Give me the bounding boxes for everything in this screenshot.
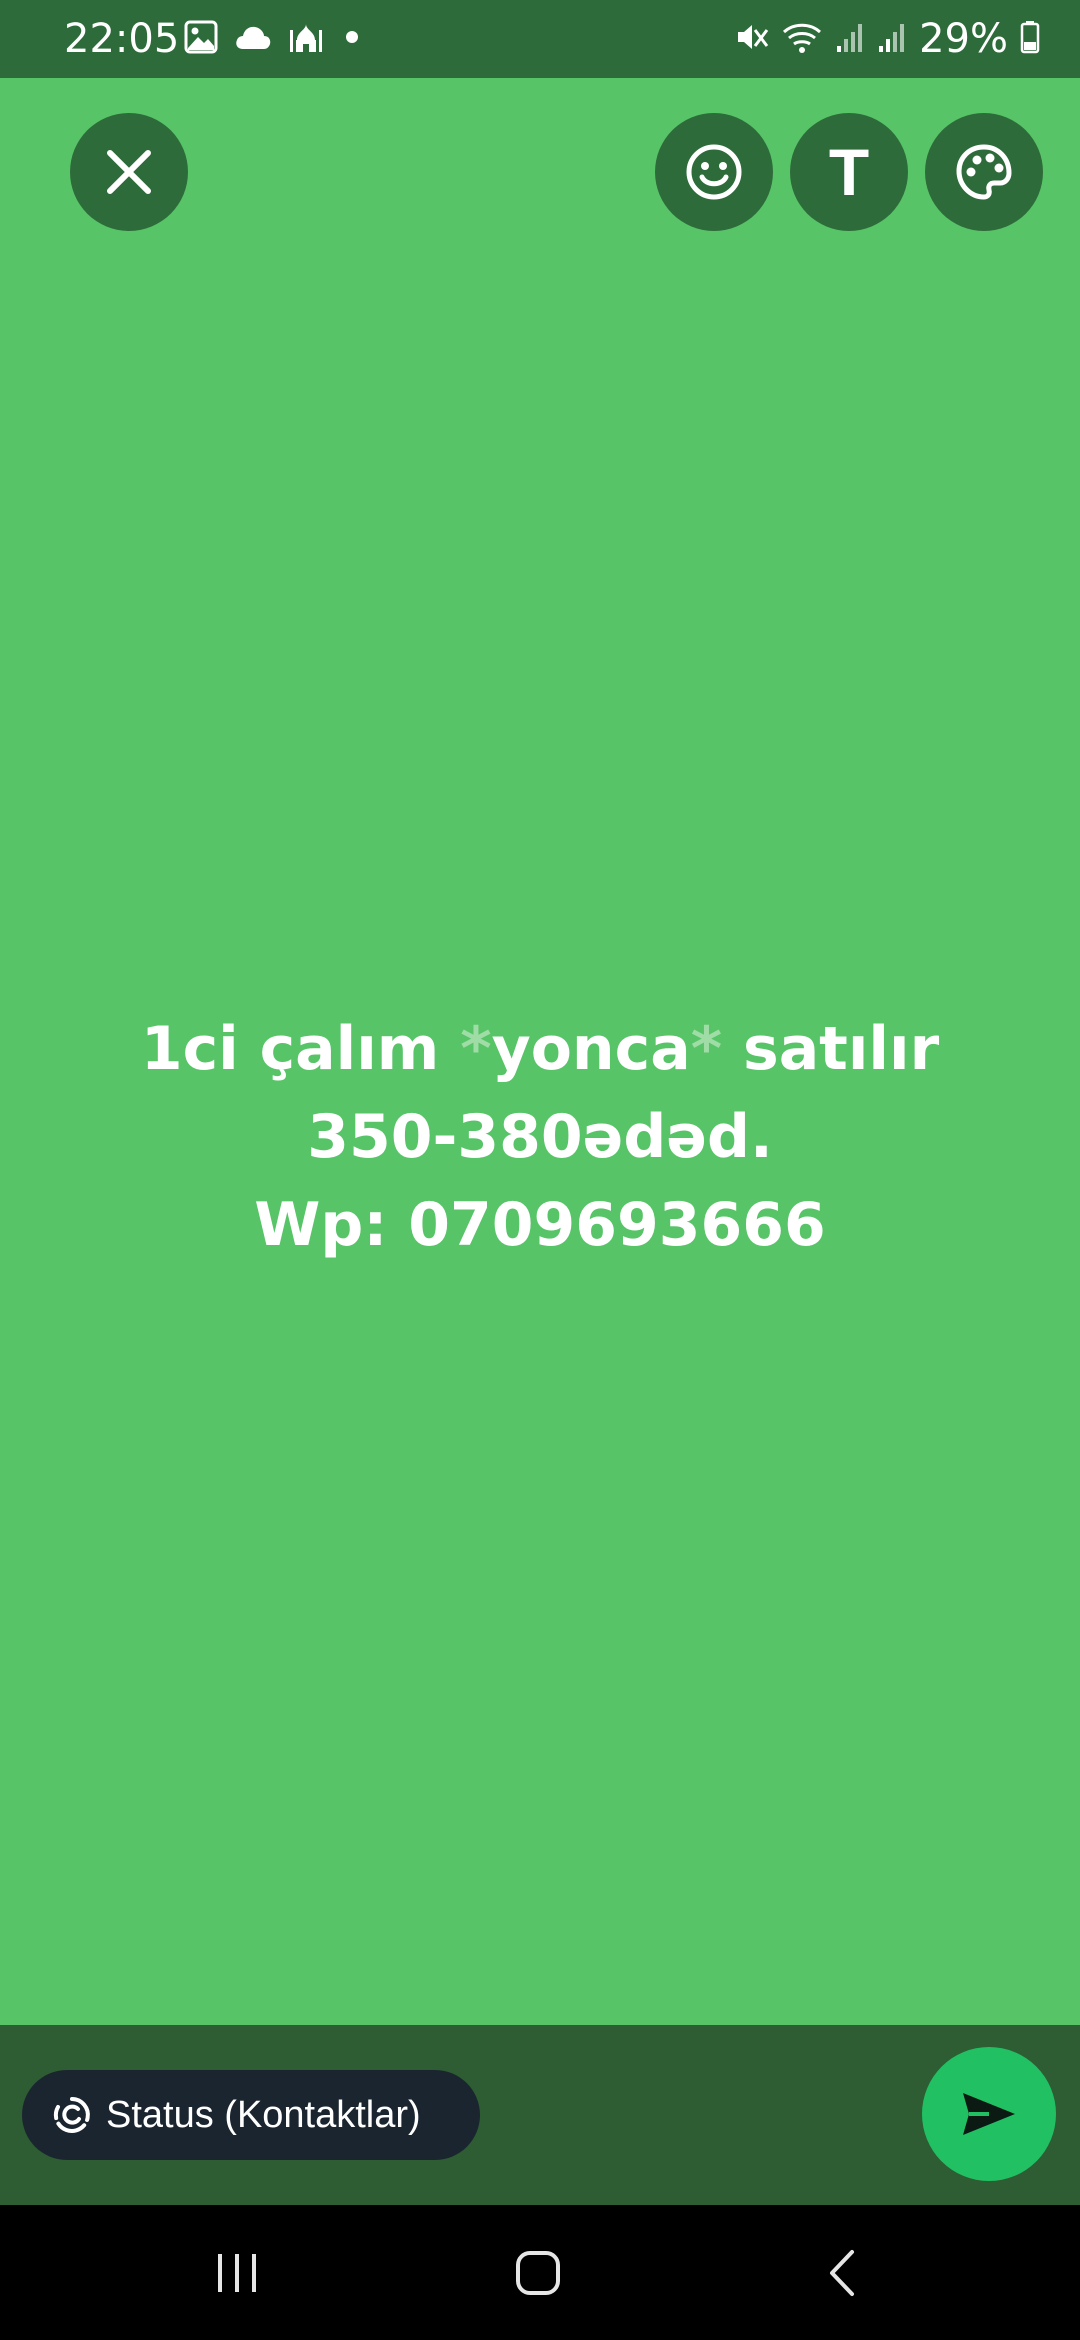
- wifi-icon: [781, 20, 823, 58]
- recents-icon: [218, 2253, 256, 2292]
- home-icon: [516, 2250, 560, 2295]
- background-color-button[interactable]: [925, 113, 1043, 231]
- status-text-line-2: 350-380ədəd.: [307, 1102, 773, 1172]
- gallery-icon: [184, 20, 218, 58]
- palette-icon: [956, 144, 1012, 200]
- battery-percent: 29%: [919, 16, 1008, 62]
- status-text-asterisk: *: [690, 1014, 723, 1084]
- system-navigation-bar: [0, 2205, 1080, 2340]
- status-text-content[interactable]: 1ci çalım *yonca* satılır 350-380ədəd. W…: [60, 1005, 1020, 1269]
- status-text-line-3: Wp: 0709693666: [254, 1190, 826, 1260]
- cloud-icon: [234, 23, 272, 55]
- text-style-button[interactable]: T: [790, 113, 908, 231]
- back-button[interactable]: [802, 2235, 882, 2310]
- composer-bottom-bar: Status (Kontaktlar): [0, 2025, 1080, 2205]
- home-button[interactable]: [498, 2235, 578, 2310]
- emoji-button[interactable]: [655, 113, 773, 231]
- status-text-segment: 1ci çalım: [140, 1014, 461, 1084]
- battery-icon: [1020, 20, 1040, 58]
- close-button[interactable]: [70, 113, 188, 231]
- system-status-bar: 22:05 29%: [0, 0, 1080, 78]
- close-icon: [107, 150, 151, 194]
- dot-icon: [340, 25, 364, 53]
- send-icon: [963, 2093, 1015, 2135]
- status-ring-icon: [53, 2097, 90, 2133]
- recents-button[interactable]: [197, 2235, 277, 2310]
- clock: 22:05: [64, 16, 180, 62]
- text-style-label: T: [828, 135, 870, 209]
- status-text-segment: satılır: [722, 1014, 940, 1084]
- signal-icon: [877, 20, 907, 58]
- back-icon: [830, 2249, 854, 2296]
- status-audience-label: Status (Kontaktlar): [106, 2093, 421, 2136]
- status-composer-screen: 22:05 29% T 1ci çalım *yonca* satılır 35…: [0, 0, 1080, 2340]
- status-text-line-1: 1ci çalım *yonca* satılır: [60, 1005, 1020, 1093]
- send-button[interactable]: [922, 2047, 1056, 2181]
- mosque-icon: [288, 20, 324, 58]
- signal-icon: [835, 20, 865, 58]
- smiley-icon: [686, 144, 742, 200]
- notification-icons: [184, 20, 364, 58]
- system-indicators: 29%: [735, 14, 1040, 64]
- status-audience-selector[interactable]: Status (Kontaktlar): [22, 2070, 480, 2160]
- mute-icon: [735, 20, 769, 58]
- status-text-asterisk: *: [460, 1014, 492, 1084]
- status-text-segment: yonca: [491, 1014, 691, 1084]
